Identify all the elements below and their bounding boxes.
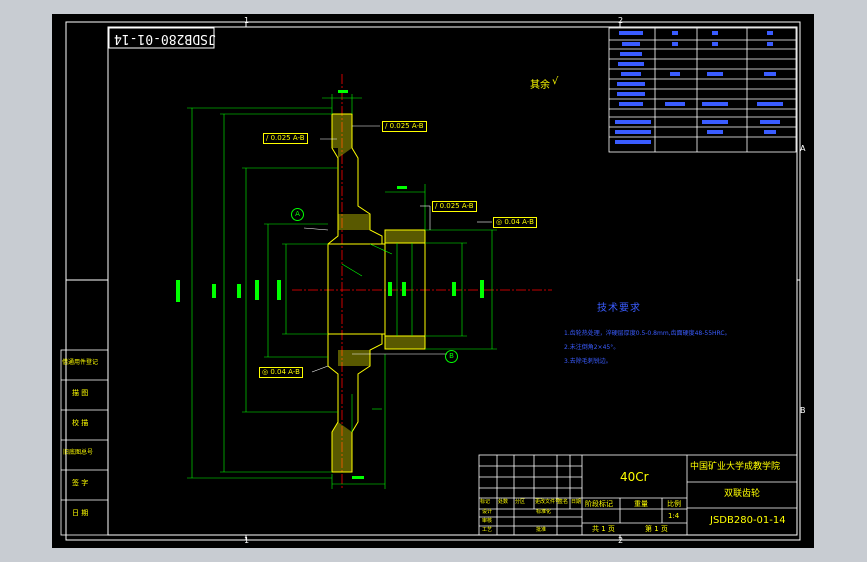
leaders xyxy=(303,125,492,373)
dimension-texts xyxy=(176,90,484,479)
tech-note-1: 1.齿轮热处理，淬硬层厚度0.5-0.8mm,齿面硬度48-55HRC。 xyxy=(564,330,731,337)
gear-section xyxy=(327,113,426,473)
scale-value: 1:4 xyxy=(668,512,680,520)
tech-requirements-title: 技术要求 xyxy=(597,303,641,314)
datum-a: A xyxy=(291,208,304,221)
reviewer-label: 审核 xyxy=(482,518,493,524)
approval-label: 批准 xyxy=(536,527,547,533)
row-header-6: 日期 xyxy=(571,499,582,505)
tech-note-3: 3.去除毛刺锐边。 xyxy=(564,358,612,365)
inner-frame xyxy=(107,26,798,536)
centerlines xyxy=(292,74,552,489)
sheet-number: 第 1 页 xyxy=(645,525,668,533)
mirror-drawing-number: JSDB280-01-14 xyxy=(114,31,216,46)
grid-label-right-b: B xyxy=(800,406,806,415)
school-name: 中国矿业大学成教学院 xyxy=(690,462,781,472)
surface-finish-icon: √ xyxy=(552,76,559,87)
left-revision-box xyxy=(60,349,109,536)
tolerance-frame-3: / 0.025 A-B xyxy=(432,201,477,212)
process-label: 工艺 xyxy=(482,527,493,533)
left-box-label-1: 借通用件登记 xyxy=(62,359,99,366)
part-name: 双联齿轮 xyxy=(724,489,761,499)
row-header-3: 分区 xyxy=(515,499,526,505)
surface-rest-label: 其余 xyxy=(530,80,550,91)
grid-label-top-1: 1 xyxy=(244,16,250,25)
left-box-label-6: 日 期 xyxy=(72,509,89,517)
row-header-1: 标记 xyxy=(480,499,491,505)
stage-label: 阶段标记 xyxy=(585,500,613,508)
left-box-label-5: 签 字 xyxy=(72,479,89,487)
material-label: 40Cr xyxy=(620,470,649,484)
datum-b: B xyxy=(445,350,458,363)
drawing-sheet: 1 2 1 2 A B JSDB280-01-14 其余 √ / 0.025 A… xyxy=(52,14,814,548)
row-header-5: 签名 xyxy=(558,499,569,505)
tolerance-frame-2: / 0.025 A-B xyxy=(382,121,427,132)
left-box-label-3: 校 描 xyxy=(72,419,89,427)
tolerance-frame-4: ◎ 0.04 A-B xyxy=(493,217,537,228)
title-drawing-number: JSDB280-01-14 xyxy=(710,515,786,526)
row-header-4: 更改文件号 xyxy=(535,499,561,505)
grid-label-right-a: A xyxy=(800,144,806,153)
gear-hatching xyxy=(332,114,425,472)
grid-label-bottom-2: 2 xyxy=(618,536,624,545)
scale-label: 比例 xyxy=(667,500,681,508)
tolerance-frame-5: ◎ 0.04 A-B xyxy=(259,367,303,378)
standardization-label: 标准化 xyxy=(536,509,552,515)
left-box-label-4: 旧底图总号 xyxy=(63,449,94,456)
tech-note-2: 2.未注倒角2×45°。 xyxy=(564,344,620,351)
row-header-2: 处数 xyxy=(498,499,509,505)
tolerance-frame-1: / 0.025 A-B xyxy=(263,133,308,144)
total-sheets: 共 1 页 xyxy=(592,525,615,533)
weight-label: 重量 xyxy=(634,500,648,508)
grid-label-bottom-1: 1 xyxy=(244,536,250,545)
grid-label-top-2: 2 xyxy=(618,16,624,25)
designer-label: 设计 xyxy=(482,509,493,515)
left-box-label-2: 描 图 xyxy=(72,389,89,397)
